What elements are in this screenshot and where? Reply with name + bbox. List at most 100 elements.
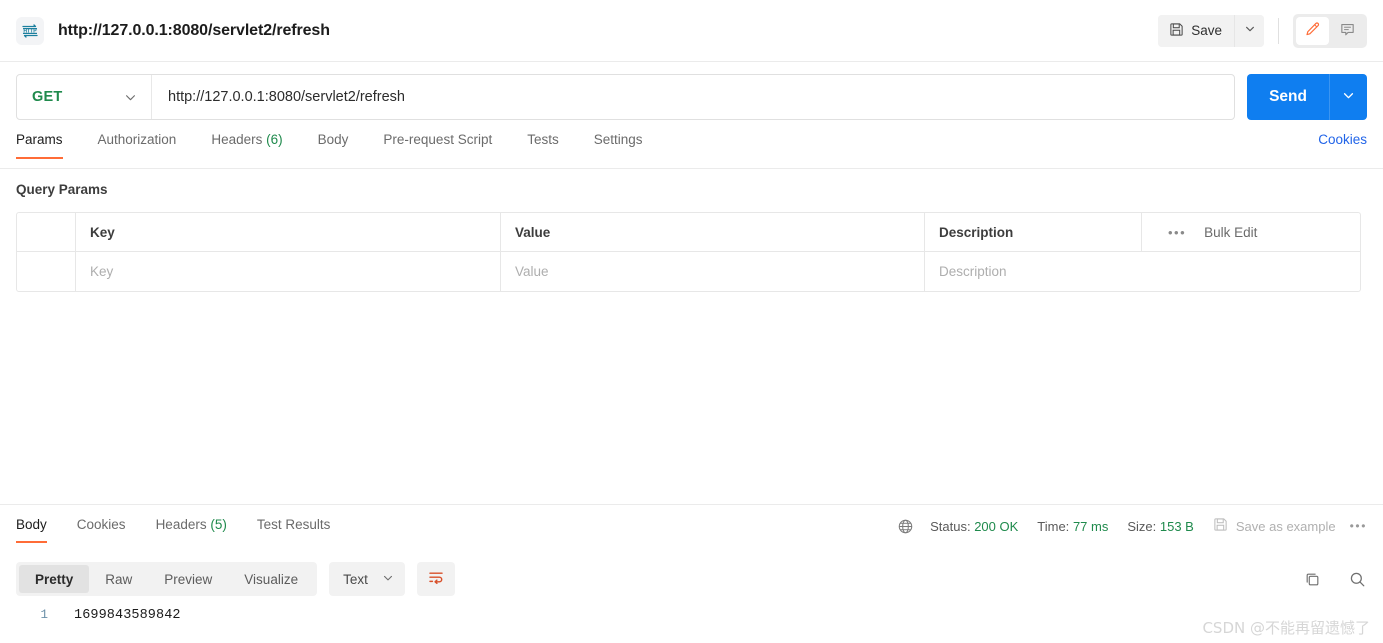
- tab-params[interactable]: Params: [16, 132, 63, 159]
- response-body-content: 1 1699843589842: [0, 602, 1383, 643]
- cookies-link[interactable]: Cookies: [1318, 132, 1367, 158]
- tab-tests[interactable]: Tests: [527, 132, 559, 158]
- chevron-down-icon: [382, 572, 394, 587]
- response-more-options-icon[interactable]: •••: [1350, 519, 1367, 533]
- copy-icon[interactable]: [1303, 570, 1322, 589]
- status-badge: Status: 200 OK: [930, 519, 1018, 534]
- http-protocol-icon: HTTP: [16, 16, 44, 45]
- response-tab-body[interactable]: Body: [16, 517, 47, 543]
- query-params-heading: Query Params: [16, 182, 108, 197]
- header-actions: Save: [1158, 13, 1367, 48]
- pencil-icon: [1304, 21, 1321, 41]
- tab-label: Settings: [593, 132, 643, 147]
- response-tab-test-results[interactable]: Test Results: [257, 517, 331, 543]
- view-mode-toggle-group: [1293, 13, 1367, 48]
- save-as-example-label: Save as example: [1235, 518, 1336, 534]
- word-wrap-toggle[interactable]: [416, 562, 455, 596]
- table-tools: ••• Bulk Edit: [1142, 213, 1360, 251]
- word-wrap-icon: [427, 568, 445, 591]
- response-view-mode-group: Pretty Raw Preview Visualize: [16, 562, 318, 596]
- tab-label: Body: [16, 517, 47, 532]
- table-row: Key Value Description: [17, 252, 1360, 291]
- view-mode-visualize[interactable]: Visualize: [228, 565, 314, 593]
- tab-label: Authorization: [97, 132, 177, 147]
- chevron-down-icon: [124, 91, 137, 104]
- tab-label: Test Results: [256, 517, 331, 532]
- time-label: Time:: [1037, 518, 1070, 534]
- http-method-select[interactable]: GET: [17, 75, 152, 119]
- save-options-dropdown[interactable]: [1234, 14, 1264, 47]
- view-mode-raw[interactable]: Raw: [89, 565, 148, 593]
- header-divider: [1278, 17, 1279, 44]
- tab-label: Cookies: [76, 517, 126, 532]
- column-header-key: Key: [76, 213, 501, 251]
- send-button[interactable]: Send: [1247, 74, 1329, 120]
- bulk-edit-button[interactable]: Bulk Edit: [1204, 225, 1257, 240]
- tab-count-badge: (6): [266, 132, 283, 147]
- watermark: CSDN @不能再留遗憾了: [1202, 619, 1370, 637]
- view-mode-pretty[interactable]: Pretty: [19, 565, 90, 593]
- edit-mode-button[interactable]: [1296, 16, 1329, 45]
- query-params-table: Key Value Description ••• Bulk Edit Key …: [16, 212, 1361, 292]
- table-header-row: Key Value Description ••• Bulk Edit: [17, 213, 1360, 252]
- response-tab-headers[interactable]: Headers (5): [156, 517, 227, 543]
- response-body-toolbar: Pretty Raw Preview Visualize Text: [0, 558, 1383, 600]
- send-options-dropdown[interactable]: [1329, 74, 1367, 120]
- view-mode-preview[interactable]: Preview: [148, 565, 228, 593]
- size-label: Size:: [1127, 518, 1157, 534]
- status-value: 200 OK: [974, 518, 1019, 534]
- save-as-example-button[interactable]: Save as example: [1213, 517, 1336, 535]
- tab-count-badge: (5): [210, 517, 227, 532]
- request-tab-bar: Params Authorization Headers (6) Body Pr…: [0, 132, 1383, 169]
- response-body-actions: [1303, 570, 1367, 589]
- http-method-label: GET: [32, 89, 63, 105]
- url-input[interactable]: [152, 75, 1235, 119]
- url-bar-row: GET Send: [0, 62, 1383, 132]
- response-tab-bar: Body Cookies Headers (5) Test Results St…: [0, 505, 1383, 549]
- save-button-label: Save: [1191, 23, 1222, 38]
- time-badge: Time: 77 ms: [1037, 519, 1108, 534]
- save-button[interactable]: Save: [1158, 14, 1234, 47]
- ellipsis-icon[interactable]: •••: [1168, 225, 1186, 240]
- globe-icon: [897, 518, 914, 535]
- param-value-input[interactable]: Value: [501, 252, 925, 291]
- comment-button[interactable]: [1331, 17, 1364, 45]
- top-header-bar: HTTP http://127.0.0.1:8080/servlet2/refr…: [0, 0, 1383, 62]
- response-meta: Status: 200 OK Time: 77 ms Size: 153 B S…: [897, 517, 1367, 544]
- size-badge: Size: 153 B: [1127, 519, 1194, 534]
- row-checkbox-cell[interactable]: [17, 252, 76, 291]
- chevron-down-icon: [1244, 23, 1256, 38]
- save-button-group: Save: [1158, 14, 1264, 47]
- tab-headers[interactable]: Headers (6): [211, 132, 282, 158]
- tab-pre-request-script[interactable]: Pre-request Script: [383, 132, 492, 158]
- response-body-line: 1699843589842: [74, 608, 181, 623]
- status-label: Status:: [930, 518, 971, 534]
- column-header-value: Value: [501, 213, 925, 251]
- tab-label: Params: [16, 132, 63, 147]
- url-input-container: GET: [16, 74, 1236, 120]
- tab-authorization[interactable]: Authorization: [98, 132, 177, 158]
- select-all-column: [17, 213, 76, 251]
- response-tab-cookies[interactable]: Cookies: [77, 517, 126, 543]
- search-icon[interactable]: [1348, 570, 1367, 589]
- floppy-disk-icon: [1213, 517, 1228, 535]
- page-title: http://127.0.0.1:8080/servlet2/refresh: [58, 21, 330, 39]
- tab-body[interactable]: Body: [318, 132, 349, 158]
- param-description-input[interactable]: Description: [925, 252, 1360, 291]
- tab-label: Body: [317, 132, 349, 147]
- response-format-select[interactable]: Text: [329, 562, 405, 596]
- param-key-input[interactable]: Key: [76, 252, 501, 291]
- column-header-description: Description: [925, 213, 1142, 251]
- tab-settings[interactable]: Settings: [594, 132, 643, 158]
- floppy-disk-icon: [1169, 22, 1184, 40]
- postman-request-view: HTTP http://127.0.0.1:8080/servlet2/refr…: [0, 0, 1383, 643]
- send-button-group: Send: [1247, 74, 1367, 120]
- comment-icon: [1339, 21, 1356, 41]
- svg-text:HTTP: HTTP: [23, 28, 37, 34]
- tab-label: Pre-request Script: [383, 132, 493, 147]
- chevron-down-icon: [1342, 89, 1355, 105]
- tab-label: Tests: [527, 132, 559, 147]
- tab-label: Headers: [155, 517, 207, 532]
- time-value: 77 ms: [1072, 518, 1109, 534]
- tab-label: Headers: [211, 132, 263, 147]
